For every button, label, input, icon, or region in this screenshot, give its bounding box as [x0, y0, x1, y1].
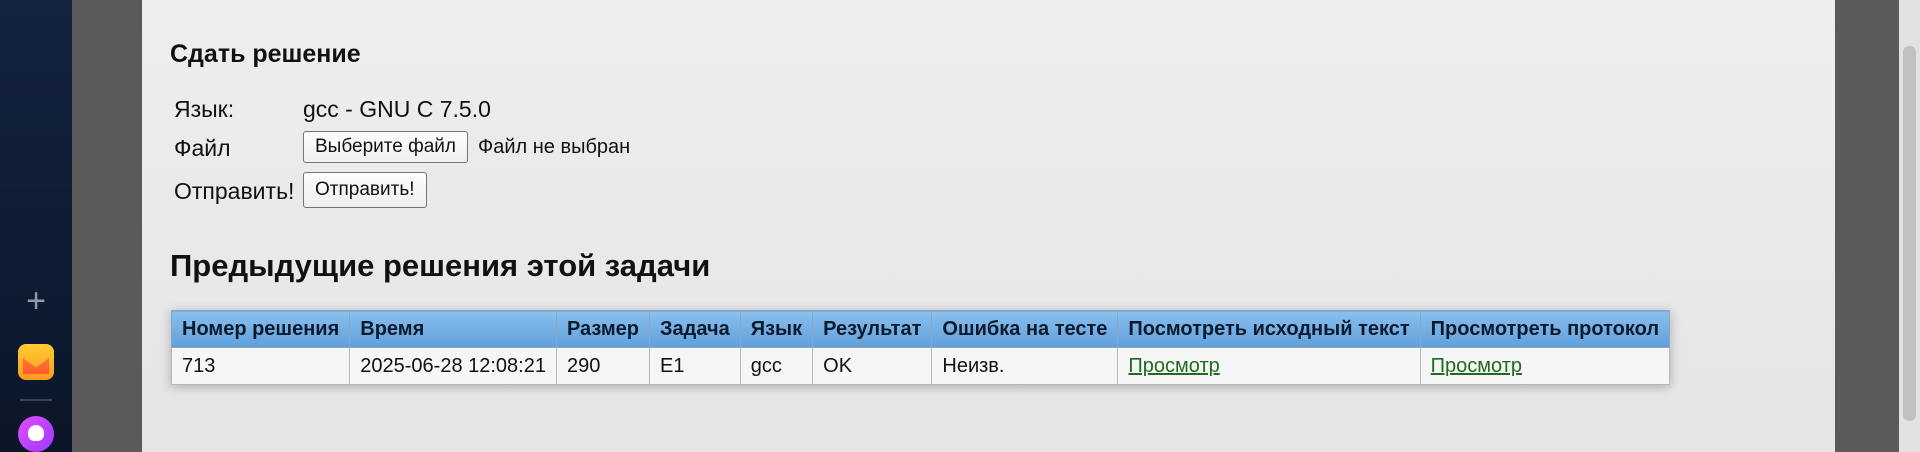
- previous-section-title: Предыдущие решения этой задачи: [170, 248, 711, 283]
- submit-section-title: Сдать решение: [170, 40, 361, 68]
- file-status: Файл не выбран: [478, 136, 631, 158]
- cell-time: 2025-06-28 12:08:21: [349, 347, 557, 385]
- send-label: Отправить!: [174, 178, 295, 204]
- column-header-language: Язык: [739, 310, 814, 348]
- cell-language: gcc: [739, 347, 814, 385]
- column-header-time: Время: [349, 310, 557, 348]
- view-protocol-link[interactable]: Просмотр: [1431, 355, 1522, 377]
- language-label: Язык:: [174, 96, 235, 122]
- plus-icon[interactable]: +: [20, 284, 52, 318]
- sidebar-divider: [20, 399, 52, 401]
- alice-app-icon[interactable]: [18, 416, 54, 452]
- mail-app-icon[interactable]: [18, 344, 54, 380]
- scrollbar-thumb[interactable]: [1903, 46, 1916, 421]
- cell-view-protocol: Просмотр: [1419, 347, 1671, 385]
- view-source-link[interactable]: Просмотр: [1128, 355, 1219, 377]
- os-sidebar: +: [0, 0, 72, 452]
- solutions-table: Номер решения Время Размер Задача Язык Р…: [170, 310, 1671, 385]
- page-content: Сдать решение Язык: gcc - GNU C 7.5.0 Фа…: [142, 0, 1835, 452]
- column-header-size: Размер: [555, 310, 651, 348]
- table-header-row: Номер решения Время Размер Задача Язык Р…: [170, 310, 1671, 348]
- page-scrollbar[interactable]: [1899, 0, 1920, 452]
- file-label: Файл: [174, 135, 231, 161]
- cell-task: E1: [649, 347, 741, 385]
- column-header-failed-test: Ошибка на тесте: [931, 310, 1119, 348]
- cell-id: 713: [170, 347, 351, 385]
- language-value: gcc - GNU C 7.5.0: [303, 96, 491, 122]
- column-header-result: Результат: [812, 310, 933, 348]
- cell-failed-test: Неизв.: [931, 347, 1119, 385]
- table-row: 713 2025-06-28 12:08:21 290 E1 gcc OK Не…: [170, 347, 1671, 385]
- column-header-view-protocol: Просмотреть протокол: [1419, 310, 1671, 348]
- column-header-task: Задача: [649, 310, 741, 348]
- cell-size: 290: [555, 347, 651, 385]
- column-header-id: Номер решения: [170, 310, 351, 348]
- column-header-view-source: Посмотреть исходный текст: [1117, 310, 1421, 348]
- cell-view-source: Просмотр: [1117, 347, 1421, 385]
- choose-file-button[interactable]: Выберите файл: [303, 131, 468, 163]
- cell-result: OK: [812, 347, 933, 385]
- send-button[interactable]: Отправить!: [303, 172, 427, 208]
